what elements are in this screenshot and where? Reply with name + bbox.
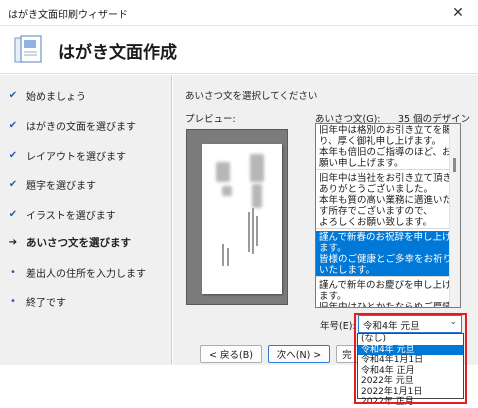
era-option[interactable]: 令和4年 正月 — [358, 366, 463, 377]
step-choose-illustration: ✔ イラストを選びます — [0, 204, 172, 224]
era-dropdown-list[interactable]: (なし) 令和4年 元旦 令和4年1月1日 令和4年 正月 2022年 元旦 2… — [357, 333, 464, 407]
step-label: 終了です — [26, 297, 66, 309]
steps-sidebar: ✔ 始めましょう ✔ はがきの文面を選びます ✔ レイアウトを選びます ✔ 題字… — [0, 75, 172, 365]
page-title: はがき文面作成 — [58, 43, 177, 63]
list-item[interactable]: 旧年中は格別のお引き立てを賜 り、厚く御礼申し上げます。 本年も倍旧のご指導のほ… — [316, 124, 451, 170]
bullet-icon: • — [10, 295, 16, 307]
check-icon: ✔ — [8, 149, 18, 161]
back-button[interactable]: < 戻る(B) — [200, 345, 262, 363]
check-icon: ✔ — [8, 208, 18, 220]
era-option[interactable]: 2022年1月1日 — [358, 387, 463, 398]
list-item-selected[interactable]: 謹んで新春のお祝辞を申し上げ ます。 皆様のご健康とご多幸をお祈り いたします。 — [316, 231, 451, 277]
era-dropdown[interactable]: 令和4年 元旦 ⌄ — [358, 315, 462, 333]
instruction-text: あいさつ文を選択してください — [185, 91, 318, 102]
arrow-right-icon: ➔ — [8, 236, 18, 248]
era-label: 年号(E): — [320, 321, 356, 332]
preview-label: プレビュー: — [185, 114, 236, 125]
list-item[interactable]: 旧年中は当社をお引き立て頂き ありがとうございました。 本年も質の高い業務に邁進… — [316, 172, 451, 229]
bullet-icon: • — [10, 266, 16, 278]
era-option[interactable]: 令和4年 元旦 — [358, 344, 463, 355]
step-finish: • 終了です — [0, 291, 172, 311]
step-start: ✔ 始めましょう — [0, 85, 172, 105]
close-button[interactable]: ✕ — [438, 0, 478, 26]
step-label: 題字を選びます — [26, 180, 96, 192]
step-choose-layout: ✔ レイアウトを選びます — [0, 145, 172, 165]
step-label: あいさつ文を選びます — [26, 236, 131, 249]
card-preview — [186, 129, 288, 305]
list-scrollbar[interactable] — [449, 124, 460, 307]
step-sender-address: • 差出人の住所を入力します — [0, 262, 172, 282]
main-panel: あいさつ文を選択してください プレビュー: あいさつ文(G): 35 個のデザイ… — [173, 75, 478, 365]
step-choose-greeting: ➔ あいさつ文を選びます — [0, 232, 172, 252]
wizard-icon — [14, 35, 42, 63]
check-icon: ✔ — [8, 89, 18, 101]
check-icon: ✔ — [8, 178, 18, 190]
era-option[interactable]: 2022年 元旦 — [358, 376, 463, 387]
list-item[interactable]: 謹んで新年のお慶びを申し上げ ます。 旧年中はひとかたならぬご厚情 を賜りまして… — [316, 279, 451, 307]
greeting-listbox[interactable]: 旧年中は格別のお引き立てを賜 り、厚く御礼申し上げます。 本年も倍旧のご指導のほ… — [315, 123, 461, 308]
step-label: イラストを選びます — [26, 210, 116, 222]
postcard-image — [202, 144, 282, 294]
close-icon: ✕ — [452, 5, 464, 21]
scroll-thumb[interactable] — [453, 158, 456, 172]
step-label: 差出人の住所を入力します — [26, 268, 146, 280]
window-title: はがき文面印刷ウィザード — [8, 10, 128, 21]
era-option[interactable]: (なし) — [358, 334, 463, 345]
next-button[interactable]: 次へ(N) > — [268, 345, 330, 363]
finish-button[interactable]: 完 — [336, 345, 358, 363]
step-label: はがきの文面を選びます — [26, 121, 136, 133]
check-icon: ✔ — [8, 119, 18, 131]
step-choose-title: ✔ 題字を選びます — [0, 174, 172, 194]
wizard-header: はがき文面作成 — [0, 26, 478, 74]
step-label: 始めましょう — [26, 91, 86, 103]
era-option[interactable]: 令和4年1月1日 — [358, 355, 463, 366]
title-bar: はがき文面印刷ウィザード ✕ — [0, 0, 478, 26]
step-choose-card-text: ✔ はがきの文面を選びます — [0, 115, 172, 135]
era-selected-value: 令和4年 元旦 — [363, 321, 420, 332]
chevron-down-icon: ⌄ — [449, 317, 457, 327]
step-label: レイアウトを選びます — [26, 151, 126, 163]
